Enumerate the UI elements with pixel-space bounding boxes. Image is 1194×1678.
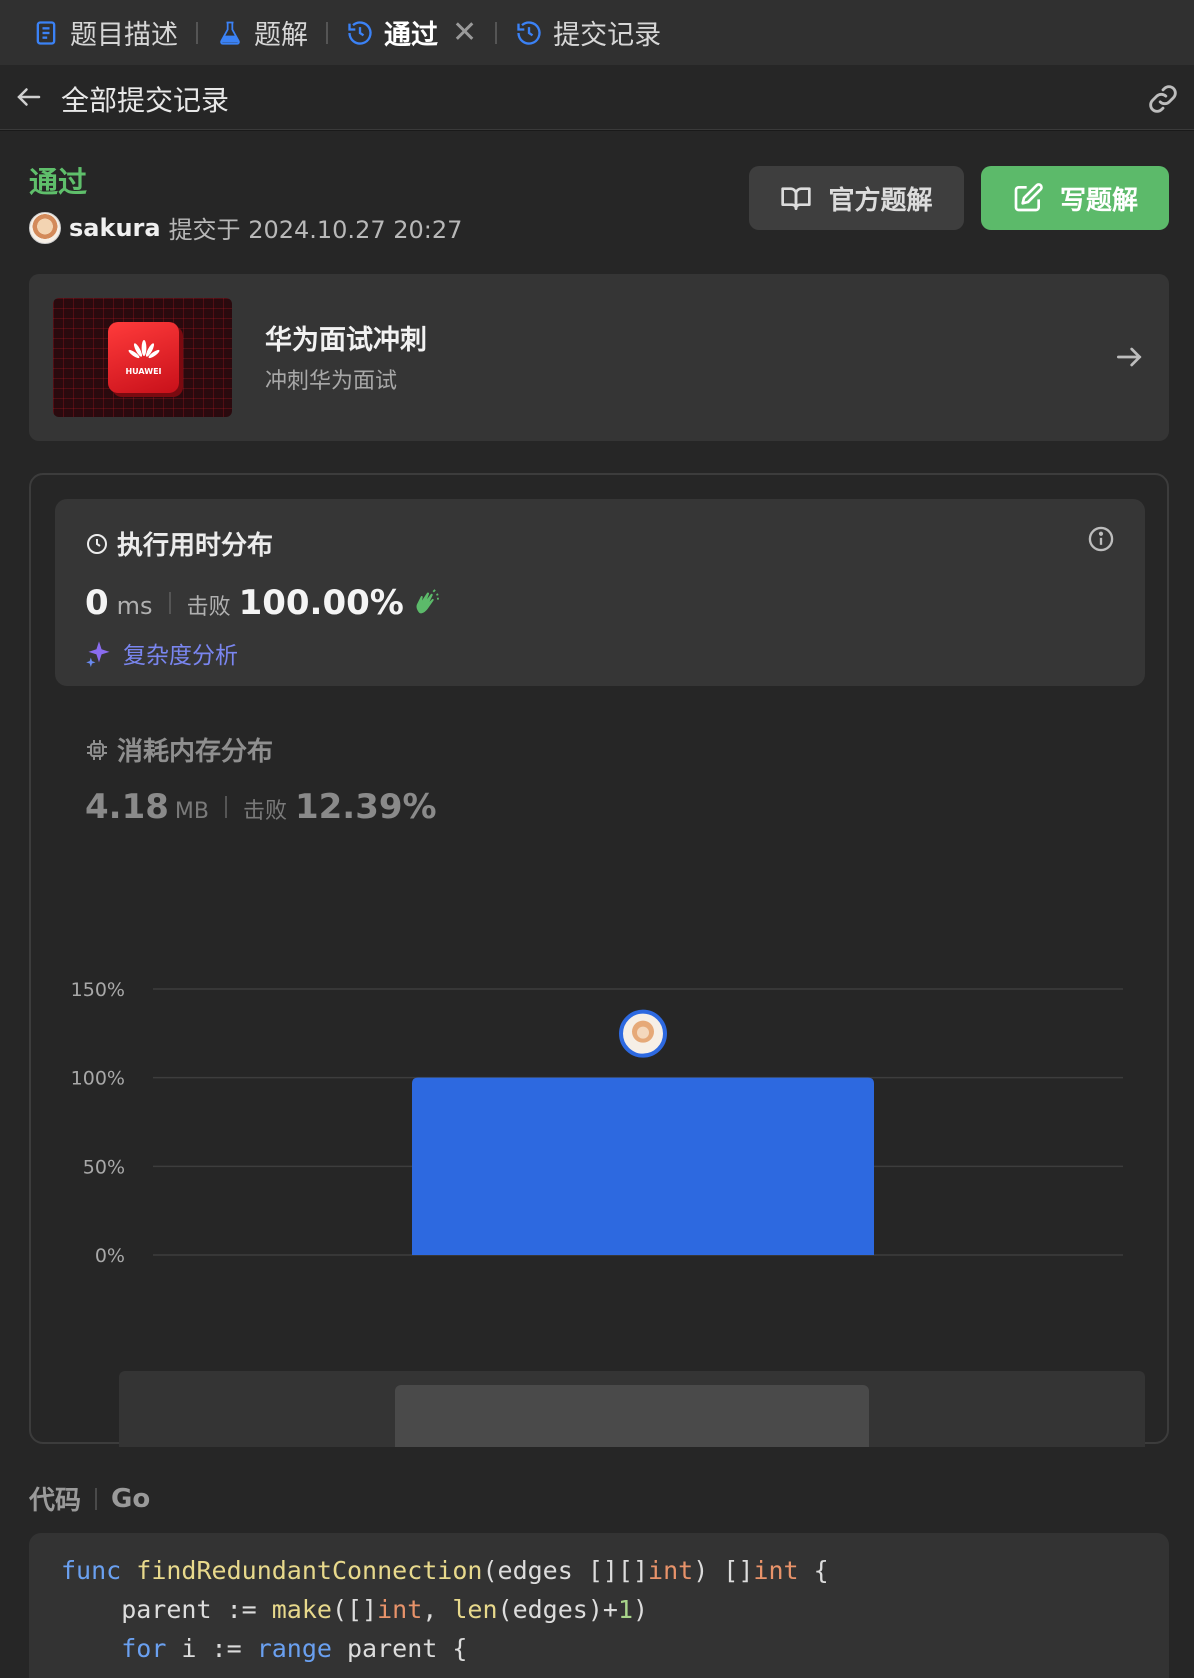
y-tick-label: 150% xyxy=(71,979,125,1001)
submission-meta: sakura 提交于 2024.10.27 20:27 xyxy=(29,210,462,245)
tab-label: 通过 xyxy=(384,20,438,51)
button-label: 写题解 xyxy=(1059,185,1138,216)
y-tick-label: 100% xyxy=(71,1068,125,1090)
button-label: 官方题解 xyxy=(828,185,933,216)
main-content: 通过 sakura 提交于 2024.10.27 20:27 官方题解 写题解 xyxy=(0,131,1194,1678)
code-line: for i := range parent { xyxy=(121,1634,468,1663)
tab-divider xyxy=(495,21,498,44)
page-title[interactable]: 全部提交记录 xyxy=(61,79,229,119)
official-solution-button[interactable]: 官方题解 xyxy=(749,166,964,230)
promo-subtitle: 冲刺华为面试 xyxy=(265,369,398,394)
code-line: parent := make([]int, len(edges)+1) xyxy=(61,1595,649,1624)
code-header: 代码 Go xyxy=(29,1480,150,1517)
edit-icon xyxy=(1014,183,1043,212)
code-line: func findRedundantConnection(edges [][]i… xyxy=(61,1556,829,1585)
history-icon xyxy=(517,20,541,45)
submitted-time: 提交于 2024.10.27 20:27 xyxy=(168,216,463,244)
code-language: Go xyxy=(111,1483,151,1514)
tab-solutions[interactable]: 题解 xyxy=(206,0,318,65)
promo-title: 华为面试冲刺 xyxy=(265,325,427,356)
performance-panel: 执行用时分布 0 ms 击败 100.00% 复杂度分析 消耗内存分布 4.18… xyxy=(29,473,1169,1447)
logo-text: HUAWEI xyxy=(125,367,162,376)
y-tick-label: 0% xyxy=(95,1245,125,1267)
tab-divider xyxy=(326,21,328,44)
arrow-right-icon[interactable] xyxy=(1113,341,1145,373)
arrow-left-icon[interactable] xyxy=(14,82,44,112)
promo-card[interactable]: HUAWEI 华为面试冲刺 冲刺华为面试 xyxy=(29,274,1169,441)
avatar[interactable] xyxy=(29,211,61,244)
submission-header: 全部提交记录 xyxy=(0,65,1194,130)
tab-divider xyxy=(196,21,198,44)
status-label: 通过 xyxy=(29,165,88,199)
runtime-distribution-chart: 150% 100% 50% 0% xyxy=(71,979,1123,1267)
promo-image: HUAWEI xyxy=(53,298,232,417)
close-icon[interactable]: ✕ xyxy=(452,15,477,50)
tab-accepted[interactable]: 通过 ✕ xyxy=(336,0,487,65)
write-solution-button[interactable]: 写题解 xyxy=(981,166,1169,230)
chart-bar[interactable] xyxy=(412,1077,874,1255)
chart-range-slider[interactable] xyxy=(119,1371,1145,1447)
tab-label: 题解 xyxy=(254,20,308,51)
code-divider xyxy=(95,1487,98,1510)
tab-bar: 题目描述 题解 通过 ✕ 提交记录 xyxy=(0,0,1194,65)
huawei-logo-icon: HUAWEI xyxy=(108,322,179,393)
tab-label: 提交记录 xyxy=(553,20,662,51)
flower-icon xyxy=(128,340,159,359)
flask-icon xyxy=(220,21,240,45)
tab-description[interactable]: 题目描述 xyxy=(22,0,188,65)
tab-submissions[interactable]: 提交记录 xyxy=(505,0,671,65)
user-position-avatar xyxy=(619,1009,667,1058)
tab-label: 题目描述 xyxy=(70,20,178,51)
book-open-icon xyxy=(781,187,812,210)
link-icon[interactable] xyxy=(1146,82,1180,116)
y-tick-label: 50% xyxy=(83,1156,125,1178)
username[interactable]: sakura xyxy=(69,214,161,242)
range-slider-thumb[interactable] xyxy=(395,1385,869,1447)
history-icon xyxy=(348,20,372,45)
code-block[interactable]: func findRedundantConnection(edges [][]i… xyxy=(29,1533,1169,1678)
code-section-label: 代码 xyxy=(29,1486,82,1516)
document-icon xyxy=(36,20,56,45)
